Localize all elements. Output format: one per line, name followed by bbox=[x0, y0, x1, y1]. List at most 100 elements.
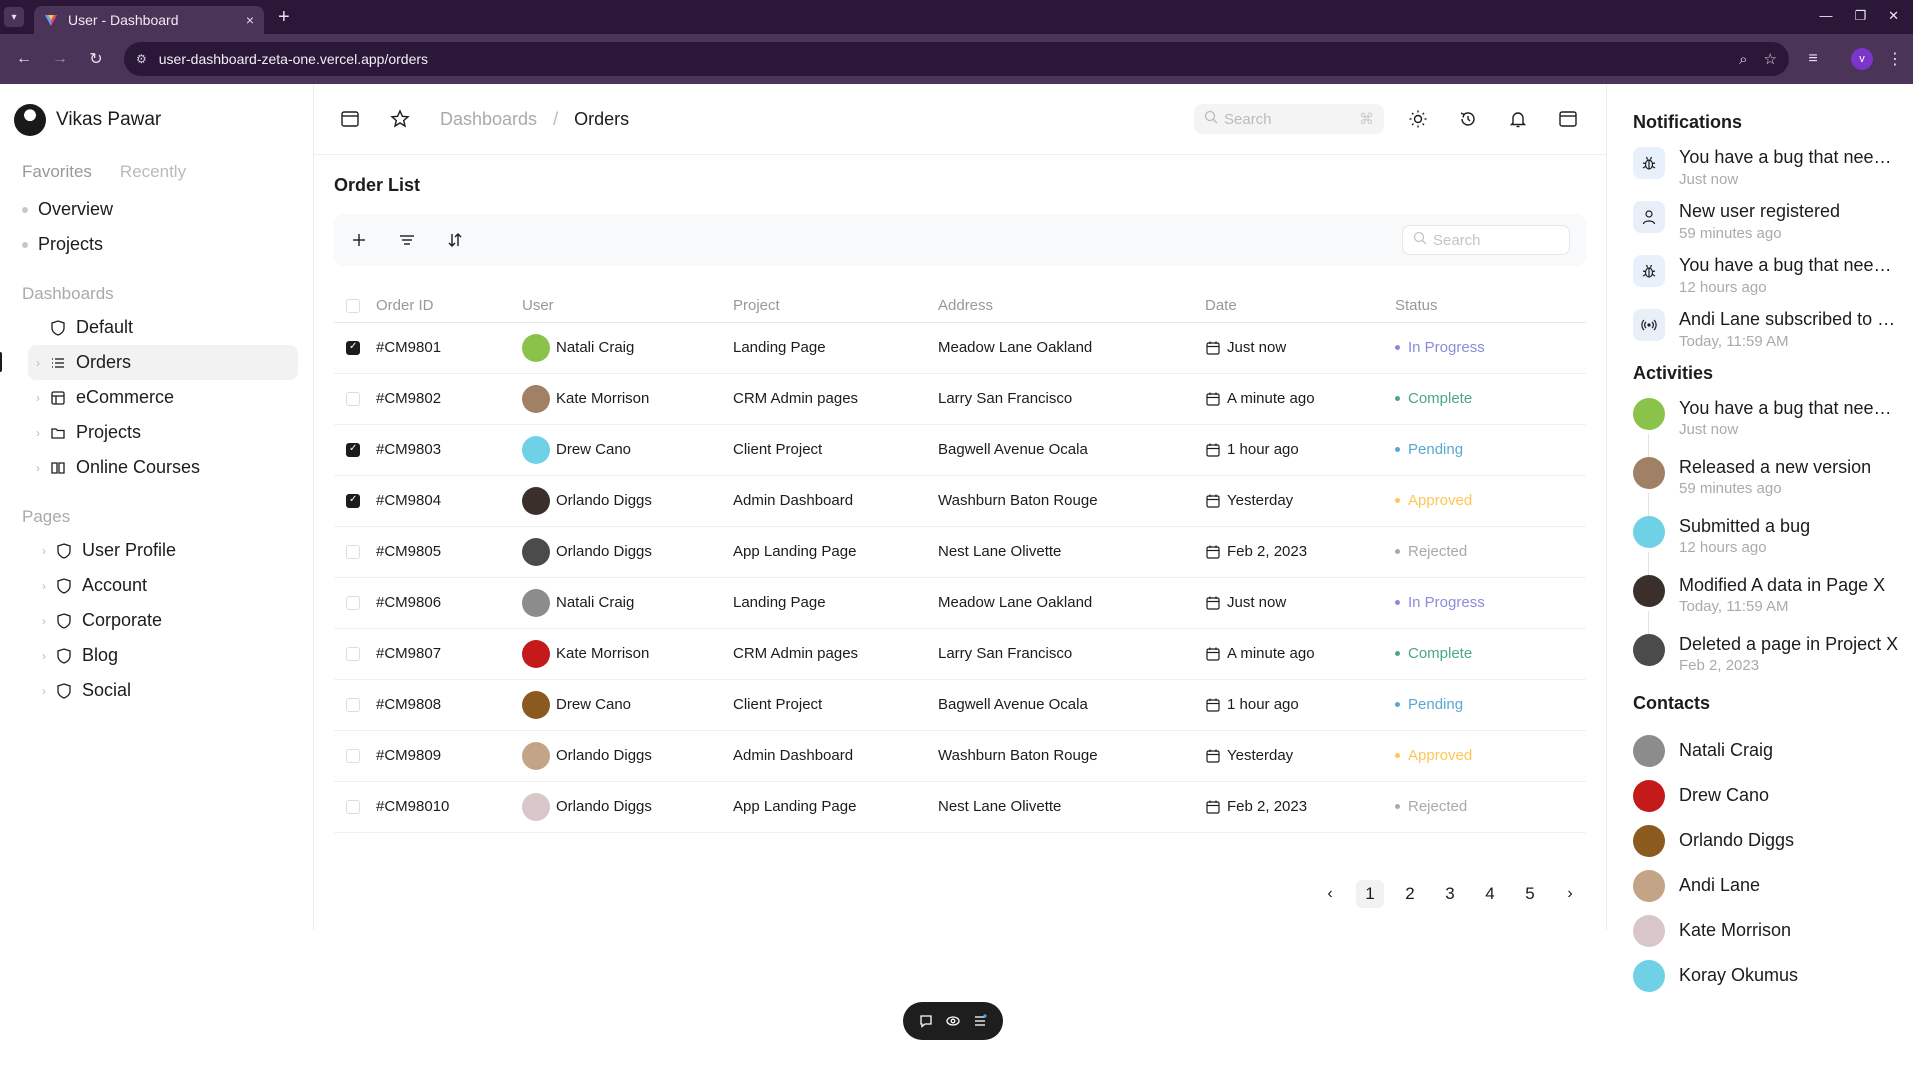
sidebar-item-default[interactable]: Default bbox=[22, 310, 291, 345]
table-search-input[interactable]: Search bbox=[1402, 225, 1570, 255]
favorite-item-projects[interactable]: Projects bbox=[22, 227, 291, 262]
star-icon[interactable] bbox=[390, 109, 412, 129]
notification-item[interactable]: You have a bug that needs to be fixed. Ju… bbox=[1633, 147, 1899, 188]
table-row[interactable]: #CM9804 Orlando Diggs Admin DashboardWashb… bbox=[334, 475, 1586, 527]
zoom-icon[interactable]: ⌕ bbox=[1739, 51, 1747, 68]
column-header[interactable]: Address bbox=[938, 290, 1205, 323]
notification-item[interactable]: You have a bug that needs to be fixed. 12… bbox=[1633, 255, 1899, 296]
avatar bbox=[1633, 575, 1665, 607]
back-icon[interactable]: ← bbox=[10, 50, 38, 68]
contact-item[interactable]: Koray Okumus bbox=[1633, 953, 1887, 998]
browser-menu-icon[interactable]: ⋮ bbox=[1887, 49, 1903, 69]
contact-item[interactable]: Orlando Diggs bbox=[1633, 818, 1887, 863]
sidebar-item-projects[interactable]: › Projects bbox=[22, 415, 291, 450]
folder-icon bbox=[50, 425, 72, 441]
page-3[interactable]: 3 bbox=[1436, 880, 1464, 908]
search-input[interactable]: Search ⌘ bbox=[1194, 104, 1384, 134]
breadcrumb-dashboards[interactable]: Dashboards bbox=[440, 109, 537, 130]
comment-icon[interactable] bbox=[918, 1013, 934, 1029]
reload-icon[interactable]: ↻ bbox=[82, 49, 110, 69]
row-checkbox[interactable] bbox=[346, 494, 360, 509]
contact-item[interactable]: Drew Cano bbox=[1633, 773, 1887, 818]
new-tab-button[interactable]: + bbox=[278, 6, 290, 29]
column-header[interactable]: Date bbox=[1205, 290, 1395, 323]
theme-toggle-icon[interactable] bbox=[1408, 109, 1430, 129]
notification-item[interactable]: New user registered 59 minutes ago bbox=[1633, 201, 1887, 242]
table-row[interactable]: #CM9802 Kate Morrison CRM Admin pages Larry… bbox=[334, 373, 1586, 425]
row-checkbox[interactable] bbox=[346, 392, 360, 407]
notification-item[interactable]: Andi Lane subscribed to you Today, 11:59 … bbox=[1633, 309, 1899, 350]
row-checkbox[interactable] bbox=[346, 647, 360, 662]
table-row[interactable]: #CM9805 Orlando Diggs App Landing Page Nest… bbox=[334, 526, 1586, 578]
eye-icon[interactable] bbox=[945, 1013, 961, 1029]
panel-toggle-icon[interactable] bbox=[1558, 109, 1580, 129]
activity-item[interactable]: Submitted a bug 12 hours ago bbox=[1633, 516, 1887, 576]
column-header[interactable]: Status bbox=[1395, 290, 1586, 323]
status-cell: Rejected bbox=[1395, 526, 1586, 578]
table-row[interactable]: #CM9803 Drew Cano Client ProjectBagwell Av… bbox=[334, 424, 1586, 476]
tab-search-button[interactable]: ▾ bbox=[4, 7, 24, 27]
column-header[interactable]: Order ID bbox=[376, 290, 522, 323]
address-bar[interactable]: ⚙ user-dashboard-zeta-one.vercel.app/ord… bbox=[124, 42, 1789, 76]
row-checkbox[interactable] bbox=[346, 341, 360, 356]
column-header[interactable]: User bbox=[522, 290, 733, 323]
activity-item[interactable]: Deleted a page in Project X Feb 2, 2023 bbox=[1633, 634, 1898, 674]
contact-item[interactable]: Natali Craig bbox=[1633, 728, 1887, 773]
media-control-icon[interactable]: ≡ bbox=[1799, 50, 1827, 68]
profile-avatar[interactable]: v bbox=[1851, 48, 1873, 70]
sidebar-item-online-courses[interactable]: › Online Courses bbox=[22, 450, 291, 485]
table-row[interactable]: #CM9808 Drew Cano Client Project Bagwell Av… bbox=[334, 679, 1586, 731]
tab-recently[interactable]: Recently bbox=[120, 162, 186, 182]
sidebar-item-corporate[interactable]: › Corporate bbox=[22, 603, 291, 638]
activity-item[interactable]: Released a new version 59 minutes ago bbox=[1633, 457, 1887, 517]
bookmark-star-icon[interactable]: ☆ bbox=[1764, 50, 1777, 68]
select-all-checkbox[interactable] bbox=[346, 299, 360, 314]
menu-icon[interactable] bbox=[972, 1013, 988, 1029]
tab-close-icon[interactable]: × bbox=[246, 12, 254, 28]
page-2[interactable]: 2 bbox=[1396, 880, 1424, 908]
row-checkbox[interactable] bbox=[346, 749, 360, 764]
filter-icon[interactable] bbox=[398, 231, 416, 249]
add-icon[interactable] bbox=[350, 231, 368, 249]
favorite-item-overview[interactable]: Overview bbox=[22, 192, 291, 227]
row-checkbox[interactable] bbox=[346, 596, 360, 611]
page-5[interactable]: 5 bbox=[1516, 880, 1544, 908]
site-info-icon[interactable]: ⚙ bbox=[136, 52, 147, 66]
column-header[interactable]: Project bbox=[733, 290, 938, 323]
forward-icon[interactable]: → bbox=[46, 50, 74, 68]
page-4[interactable]: 4 bbox=[1476, 880, 1504, 908]
sort-icon[interactable] bbox=[446, 231, 464, 249]
history-icon[interactable] bbox=[1458, 109, 1480, 129]
row-checkbox[interactable] bbox=[346, 698, 360, 713]
restore-icon[interactable]: ❐ bbox=[1854, 8, 1866, 24]
contact-item[interactable]: Kate Morrison bbox=[1633, 908, 1887, 953]
url-text[interactable]: user-dashboard-zeta-one.vercel.app/order… bbox=[159, 51, 1723, 67]
tab-favorites[interactable]: Favorites bbox=[22, 162, 92, 182]
page-1[interactable]: 1 bbox=[1356, 880, 1384, 908]
table-row[interactable]: #CM9807 Kate Morrison CRM Admin pages Larry… bbox=[334, 628, 1586, 680]
sidebar-item-social[interactable]: › Social bbox=[22, 673, 291, 708]
table-row[interactable]: #CM9809 Orlando Diggs Admin Dashboard Washb… bbox=[334, 730, 1586, 782]
contact-item[interactable]: Andi Lane bbox=[1633, 863, 1887, 908]
user-profile[interactable]: Vikas Pawar bbox=[14, 104, 291, 136]
minimize-icon[interactable]: — bbox=[1819, 8, 1832, 24]
sidebar-item-user-profile[interactable]: › User Profile bbox=[22, 533, 291, 568]
sidebar-item-ecommerce[interactable]: › eCommerce bbox=[22, 380, 291, 415]
close-window-icon[interactable]: ✕ bbox=[1888, 8, 1899, 24]
row-checkbox[interactable] bbox=[346, 545, 360, 560]
row-checkbox[interactable] bbox=[346, 800, 360, 815]
table-row[interactable]: #CM9806 Natali Craig Landing Page Meadow La… bbox=[334, 577, 1586, 629]
table-row[interactable]: #CM9801 Natali Craig Landing PageMeadow La… bbox=[334, 322, 1586, 374]
row-checkbox[interactable] bbox=[346, 443, 360, 458]
sidebar-toggle-icon[interactable] bbox=[340, 109, 362, 129]
activity-item[interactable]: You have a bug that needs to be fixed. Ju… bbox=[1633, 398, 1899, 458]
next-page-icon[interactable]: › bbox=[1556, 885, 1584, 903]
activity-item[interactable]: Modified A data in Page X Today, 11:59 AM bbox=[1633, 575, 1887, 635]
sidebar-item-orders[interactable]: › Orders bbox=[0, 345, 298, 380]
sidebar-item-account[interactable]: › Account bbox=[22, 568, 291, 603]
prev-page-icon[interactable]: ‹ bbox=[1316, 885, 1344, 903]
table-row[interactable]: #CM98010 Orlando Diggs App Landing Page Nes… bbox=[334, 781, 1586, 833]
browser-tab[interactable]: User - Dashboard × bbox=[34, 6, 264, 34]
bell-icon[interactable] bbox=[1508, 109, 1530, 129]
sidebar-item-blog[interactable]: › Blog bbox=[22, 638, 291, 673]
